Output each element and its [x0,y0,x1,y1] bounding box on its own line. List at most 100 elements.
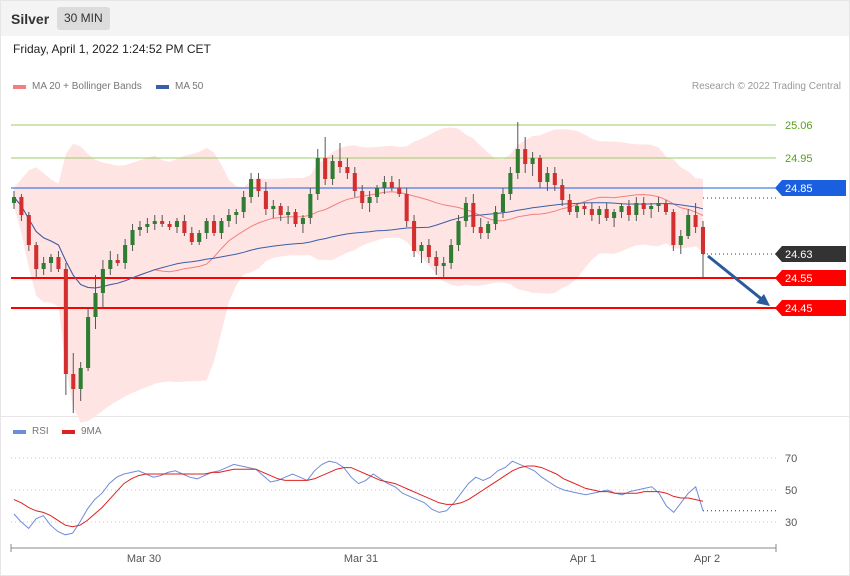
candle-body [352,173,357,191]
candle-body [197,233,202,242]
candle-body [397,188,402,194]
candle-body [367,197,372,203]
candle-body [78,368,83,389]
candle-body [41,263,46,269]
candle-body [515,149,520,173]
candle-body [93,293,98,317]
candle-body [567,200,572,212]
candle-body [249,179,254,197]
x-label-apr2: Apr 2 [693,553,721,565]
candle-body [337,161,343,167]
candle-body [160,221,165,224]
candle-body [293,212,298,224]
candle-body [271,206,276,209]
level-label-24.45: 24.45 [785,303,813,315]
candle-body [241,197,246,212]
candle-body [523,149,528,164]
level-label-25.06: 25.06 [785,120,813,132]
level-label-24.63: 24.63 [785,249,813,261]
candle-body [478,227,483,233]
candle-body [345,167,350,173]
x-label-apr1: Apr 1 [569,553,597,565]
candle-body [360,191,365,203]
candle-body [11,197,17,203]
bollinger-band-area [14,127,703,423]
candle-body [19,197,24,215]
candle-body [686,215,691,236]
candle-body [463,203,468,221]
price-chart-svg: 25.06 24.95 24.85 24.63 24.55 24.45 30 50 70 [10,120,846,552]
candle-body [34,245,39,269]
candle-body [389,182,394,188]
candle-body [449,245,454,263]
candle-body [663,203,668,212]
candle-body [537,158,543,182]
candle-body [626,206,631,215]
candle-body [263,191,268,209]
candle-body [649,206,654,209]
candle-body [108,260,113,269]
candle-body [63,269,68,374]
candle-body [278,206,283,215]
candle-body [167,224,172,227]
candle-body [508,173,513,194]
x-label-mar31: Mar 31 [343,553,379,565]
candle-body [323,158,328,179]
candle-body [300,218,305,224]
candle-body [86,317,91,368]
candle-body [552,173,557,185]
candle-body [634,203,639,215]
candle-body [308,194,313,218]
candle-body [26,215,31,245]
rsi-tick-70: 70 [785,453,797,465]
candle-body [204,221,209,233]
candle-body [619,206,624,212]
rsi-ma-line [13,465,704,528]
candle-body [130,230,135,245]
rsi-tick-30: 30 [785,517,797,529]
candle-body [589,209,594,215]
candle-body [286,212,291,215]
candle-body [71,374,76,389]
candle-body [49,257,54,263]
candle-body [374,188,380,197]
candle-body [234,212,239,215]
candle-body [486,224,491,233]
rsi-line [13,460,704,536]
candle-body [315,158,320,194]
x-label-mar30: Mar 30 [126,553,162,565]
candle-body [471,203,476,227]
candle-body [641,203,646,209]
candle-body [426,245,431,257]
candle-body [256,179,261,191]
candle-body [211,221,217,233]
candle-body [612,212,617,218]
candle-body [456,221,461,245]
candle-body [493,212,498,224]
candle-body [700,227,706,254]
candle-body [656,203,661,206]
candle-body [219,221,224,233]
candle-body [152,221,157,224]
candle-body [441,263,446,266]
candle-body [604,209,609,218]
candle-body [404,194,409,221]
candle-body [123,245,128,263]
candle-body [100,269,105,293]
level-label-24.55: 24.55 [785,273,813,285]
level-label-24.95: 24.95 [785,153,813,165]
candle-body [693,215,698,227]
candle-body [330,161,335,179]
candle-body [412,221,417,251]
candle-body [137,227,142,230]
candle-body [226,215,231,221]
candle-body [678,236,683,245]
level-label-24.85: 24.85 [785,183,813,195]
candle-body [189,233,194,242]
candle-body [597,209,602,215]
candle-body [671,212,676,245]
candle-body [419,245,424,251]
rsi-tick-50: 50 [785,485,797,497]
candle-body [500,194,506,212]
candle-body [115,260,120,263]
